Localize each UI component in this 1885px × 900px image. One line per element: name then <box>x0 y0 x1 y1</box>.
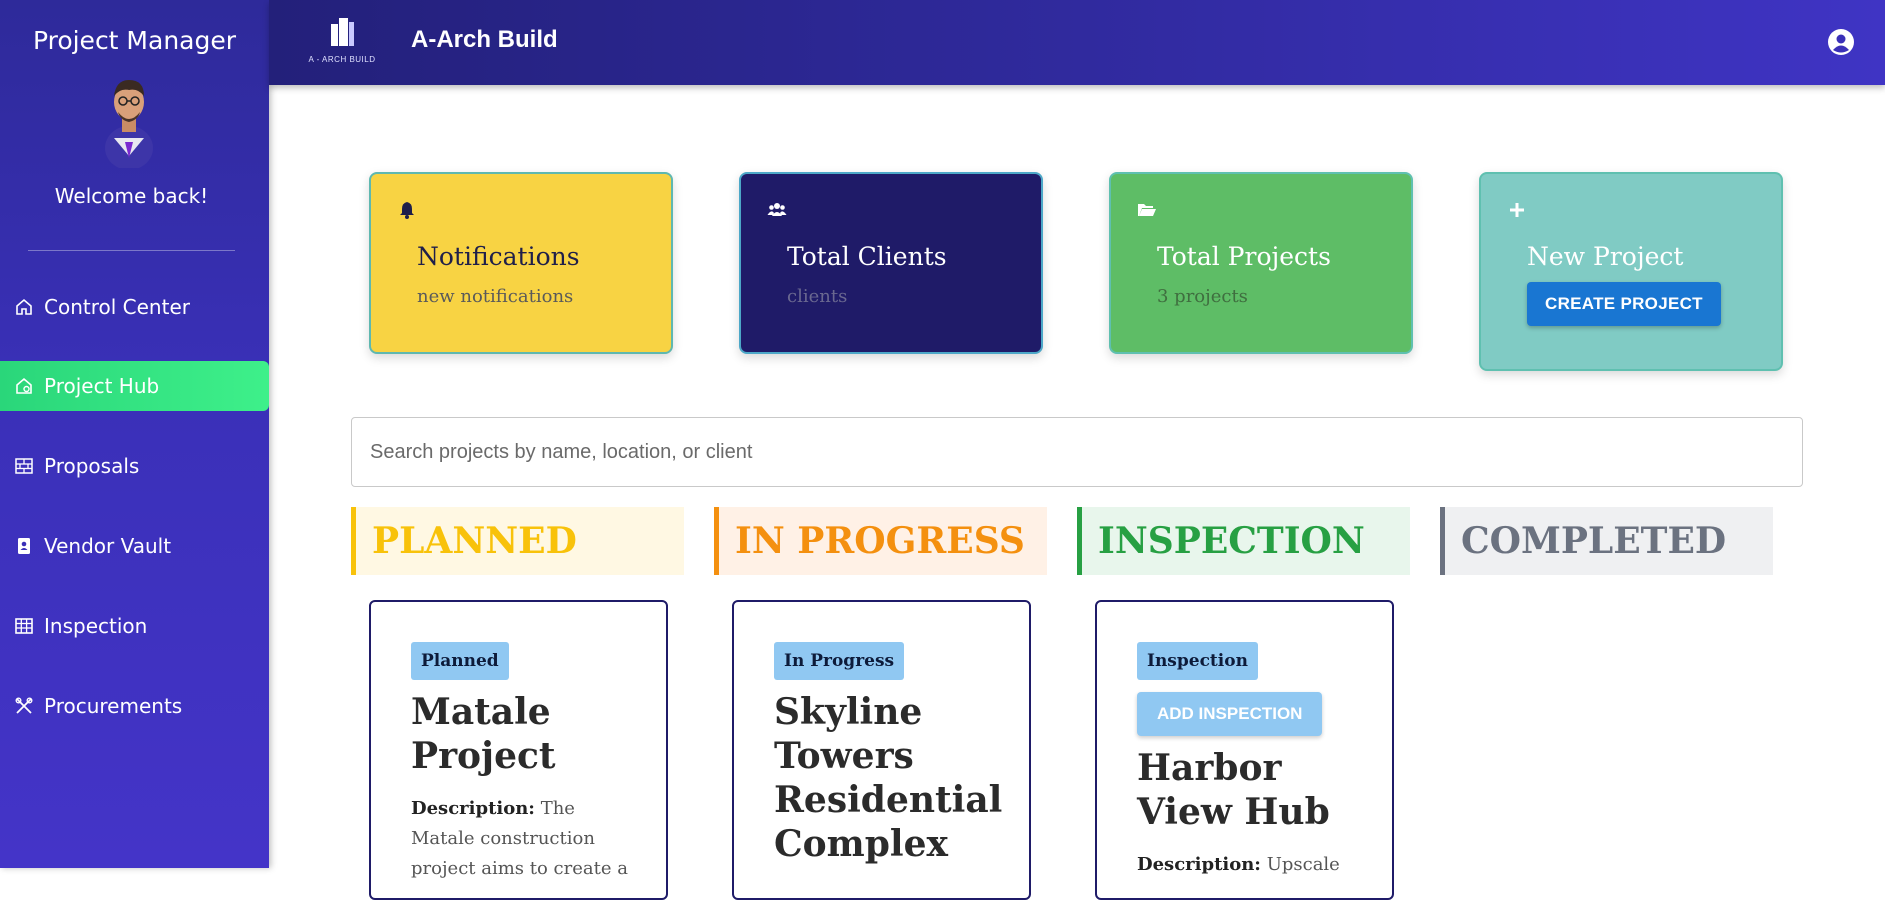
status-badge: Planned <box>411 642 509 680</box>
sidebar-item-inspection[interactable]: Inspection <box>0 601 269 651</box>
brand-logo[interactable]: A - ARCH BUILD <box>307 14 377 66</box>
project-title: Matale Project <box>411 691 556 777</box>
project-card-skyline[interactable]: In Progress Skyline Towers Residential C… <box>732 600 1031 900</box>
sidebar-item-label: Project Hub <box>44 374 160 398</box>
column-inspection-header: INSPECTION <box>1077 507 1410 575</box>
notifications-card[interactable]: Notifications new notifications <box>369 172 673 354</box>
plus-icon <box>1510 203 1524 217</box>
home-gear-icon <box>16 377 32 394</box>
notifications-count: new notifications <box>417 286 574 307</box>
badge-icon <box>18 538 30 554</box>
sidebar-item-label: Procurements <box>44 694 183 718</box>
avatar <box>105 80 153 168</box>
project-card-harbor-view[interactable]: Inspection ADD INSPECTION Harbor View Hu… <box>1095 600 1394 900</box>
brick-icon <box>15 458 33 474</box>
sidebar-item-label: Inspection <box>44 614 148 638</box>
sidebar-item-project-hub[interactable]: Project Hub <box>0 361 269 411</box>
new-project-title: New Project <box>1527 242 1684 271</box>
status-badge: In Progress <box>774 642 905 680</box>
home-icon <box>16 298 32 315</box>
sidebar-item-label: Vendor Vault <box>44 534 172 558</box>
notifications-title: Notifications <box>417 242 580 271</box>
welcome-text: Welcome back! <box>54 184 209 208</box>
sidebar-item-proposals[interactable]: Proposals <box>0 441 269 491</box>
tools-icon <box>15 697 33 714</box>
projects-count: 3 projects <box>1157 286 1248 307</box>
user-account-icon[interactable] <box>1827 28 1855 56</box>
sidebar-title: Project Manager <box>32 26 237 55</box>
add-inspection-button[interactable]: ADD INSPECTION <box>1137 692 1323 736</box>
sidebar-item-control-center[interactable]: Control Center <box>0 282 269 332</box>
column-planned-header: PLANNED <box>351 507 684 575</box>
total-clients-card[interactable]: Total Clients clients <box>739 172 1043 354</box>
folder-open-icon <box>1138 204 1156 216</box>
column-in-progress-header: IN PROGRESS <box>714 507 1047 575</box>
projects-title: Total Projects <box>1157 242 1331 271</box>
description-label: Description: <box>1137 854 1261 875</box>
logo-text: A - ARCH BUILD <box>308 55 376 64</box>
sidebar-divider <box>28 250 235 251</box>
project-description: Description: The Matale construction pro… <box>411 794 641 884</box>
brand-name: A-Arch Build <box>411 26 558 53</box>
description-label: Description: <box>411 798 535 819</box>
clients-title: Total Clients <box>787 242 947 271</box>
building-logo-icon <box>331 18 354 46</box>
sidebar-item-label: Proposals <box>44 454 140 478</box>
project-title: Harbor View Hub <box>1137 747 1330 833</box>
sidebar-item-procurements[interactable]: Procurements <box>0 681 269 731</box>
bell-icon <box>400 202 414 219</box>
status-badge: Inspection <box>1137 642 1258 680</box>
create-project-button[interactable]: CREATE PROJECT <box>1527 282 1721 326</box>
project-card-matale[interactable]: Planned Matale Project Description: The … <box>369 600 668 900</box>
sidebar-item-label: Control Center <box>44 295 190 319</box>
project-search-input[interactable] <box>351 417 1803 487</box>
sidebar-item-vendor-vault[interactable]: Vendor Vault <box>0 521 269 571</box>
table-icon <box>15 618 33 634</box>
total-projects-card[interactable]: Total Projects 3 projects <box>1109 172 1413 354</box>
top-header: A - ARCH BUILD A-Arch Build <box>269 0 1885 85</box>
project-title: Skyline Towers Residential Complex <box>774 691 1003 865</box>
project-description: Description: Upscale <box>1137 850 1367 880</box>
users-icon <box>767 203 787 216</box>
column-completed-header: COMPLETED <box>1440 507 1773 575</box>
sidebar: Project Manager Welcome back! Control Ce… <box>0 0 269 868</box>
clients-count: clients <box>787 286 848 307</box>
description-text: Upscale <box>1266 854 1340 875</box>
new-project-card: New Project CREATE PROJECT <box>1479 172 1783 371</box>
